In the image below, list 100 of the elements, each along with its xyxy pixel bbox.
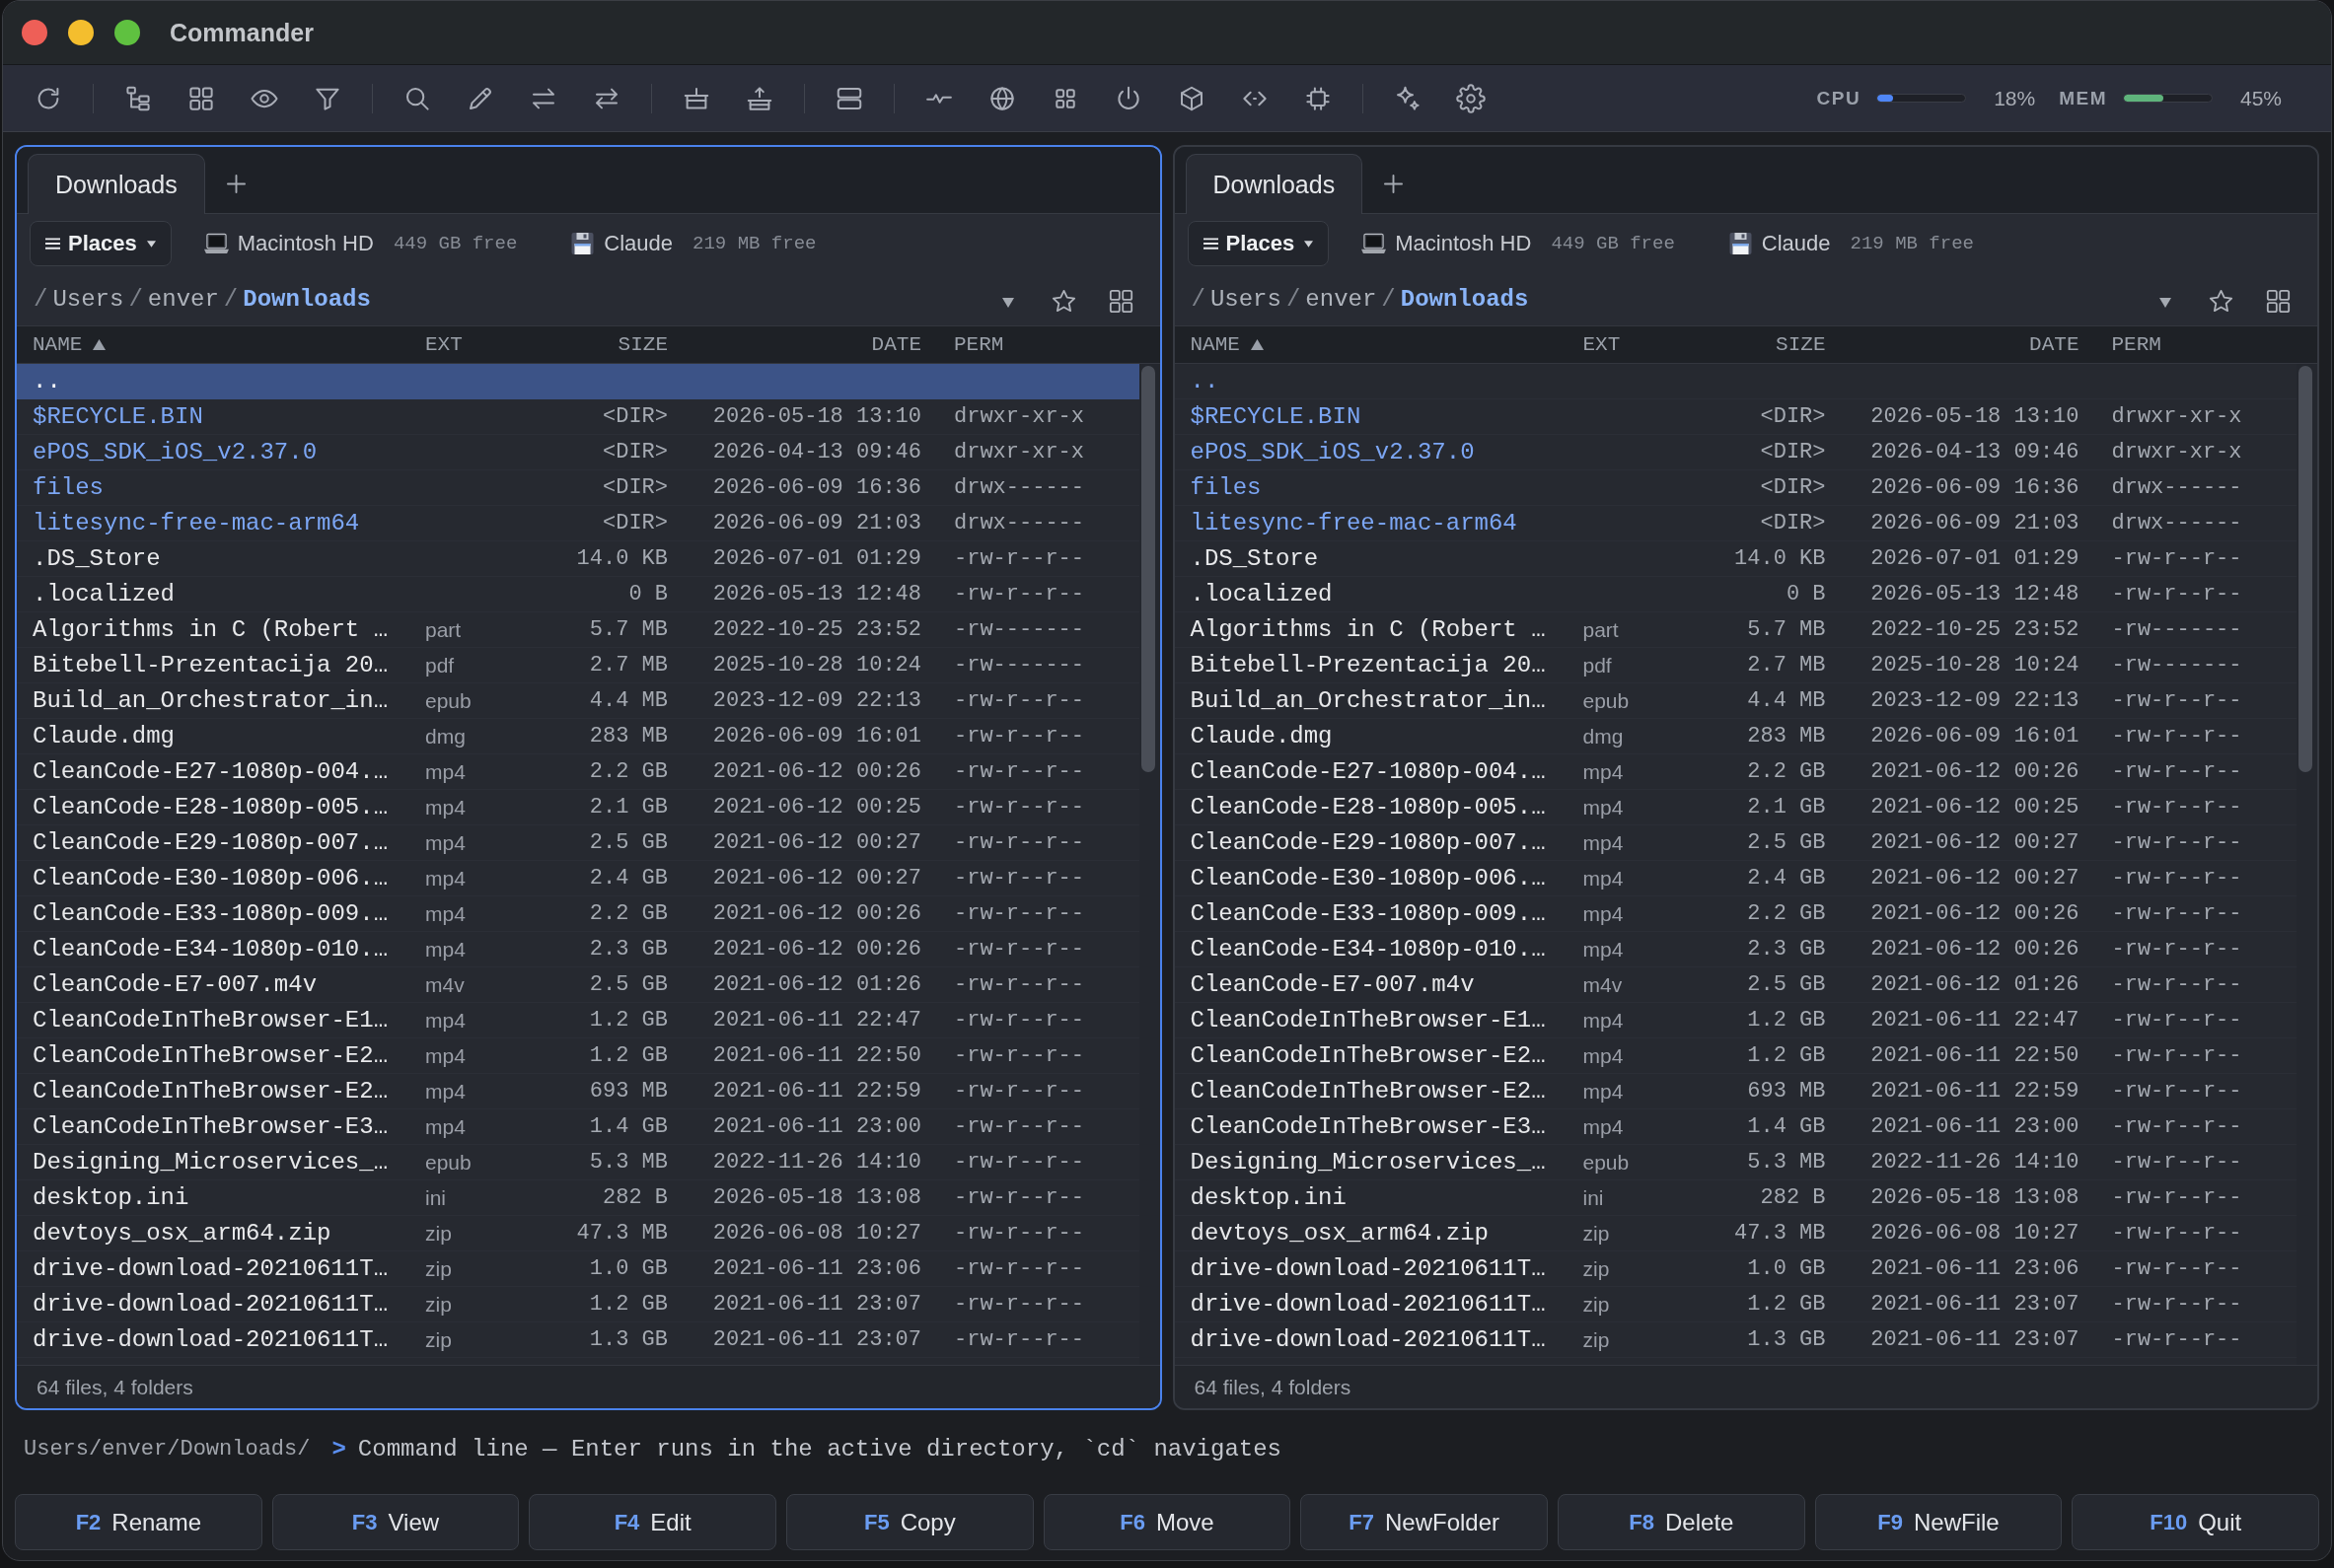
places-button[interactable]: Places — [1187, 221, 1330, 266]
file-row[interactable]: devtoys_osx_arm64.zip zip 47.3 MB 2026-06-08 10:27 -rw-r--r-- — [17, 1216, 1139, 1251]
file-row[interactable]: Build_an_Orchestrator_in… epub 4.4 MB 2023-12-09 22:13 -rw-r--r-- — [17, 683, 1139, 719]
file-row[interactable]: CleanCode-E29-1080p-007.… mp4 2.5 GB 2021-06-12 00:27 -rw-r--r-- — [1174, 825, 2297, 861]
scrollbar-thumb[interactable] — [1140, 366, 1155, 772]
file-row[interactable]: Designing_Microservices_… epub 5.3 MB 2022-11-26 14:10 -rw-r--r-- — [1174, 1145, 2297, 1180]
file-row[interactable]: Bitebell-Prezentacija 20… pdf 2.7 MB 2025-10-28 10:24 -rw------- — [17, 648, 1139, 683]
file-row[interactable]: CleanCode-E27-1080p-004.… mp4 2.2 GB 2021-06-12 00:26 -rw-r--r-- — [1174, 754, 2297, 790]
file-row[interactable]: CleanCode-E30-1080p-006.… mp4 2.4 GB 2021-06-12 00:27 -rw-r--r-- — [1174, 861, 2297, 896]
file-row[interactable]: CleanCode-E7-007.m4v m4v 2.5 GB 2021-06-12 01:26 -rw-r--r-- — [1174, 967, 2297, 1003]
file-row[interactable]: drive-download-20210611T… zip 1.2 GB 2021-06-11 23:07 -rw-r--r-- — [1174, 1287, 2297, 1322]
file-row[interactable]: CleanCode-E34-1080p-010.… mp4 2.3 GB 2021-06-12 00:26 -rw-r--r-- — [1174, 932, 2297, 967]
file-row[interactable]: Designing_Microservices_… epub 5.3 MB 2022-11-26 14:10 -rw-r--r-- — [17, 1145, 1139, 1180]
file-row[interactable]: files <DIR> 2026-06-09 16:36 drwx------ — [1174, 470, 2297, 506]
function-key-button[interactable]: F4 Edit — [529, 1494, 776, 1550]
file-row[interactable]: desktop.ini ini 282 B 2026-05-18 13:08 -rw-r--r-- — [17, 1180, 1139, 1216]
path-segment[interactable]: Users — [1209, 286, 1281, 313]
file-row[interactable]: files <DIR> 2026-06-09 16:36 drwx------ — [17, 470, 1139, 506]
file-row[interactable]: CleanCode-E28-1080p-005.… mp4 2.1 GB 2021-06-12 00:25 -rw-r--r-- — [1174, 790, 2297, 825]
file-row[interactable]: .localized 0 B 2026-05-13 12:48 -rw-r--r-- — [1174, 577, 2297, 612]
places-button[interactable]: Places — [30, 221, 172, 266]
column-header[interactable]: PERM — [921, 333, 1160, 356]
column-header[interactable]: DATE — [1825, 333, 2079, 356]
function-key-button[interactable]: F3 View — [271, 1494, 520, 1550]
minimize-button[interactable] — [68, 20, 94, 45]
column-header[interactable]: DATE — [668, 333, 921, 356]
file-row[interactable]: CleanCode-E33-1080p-009.… mp4 2.2 GB 2021-06-12 00:26 -rw-r--r-- — [17, 896, 1139, 932]
file-row[interactable]: CleanCodeInTheBrowser-E3… mp4 1.4 GB 2021-06-11 23:00 -rw-r--r-- — [1174, 1109, 2297, 1145]
file-row[interactable]: Claude.dmg dmg 283 MB 2026-06-09 16:01 -rw-r--r-- — [17, 719, 1139, 754]
file-row[interactable]: CleanCodeInTheBrowser-E1… mp4 1.2 GB 2021-06-11 22:47 -rw-r--r-- — [1174, 1003, 2297, 1038]
grid-icon[interactable] — [2265, 288, 2292, 315]
file-row[interactable]: .localized 0 B 2026-05-13 12:48 -rw-r--r-- — [17, 577, 1139, 612]
dropdown-caret-icon[interactable] — [1001, 297, 1014, 308]
file-row[interactable]: .. — [17, 364, 1139, 399]
function-key-button[interactable]: F6 Move — [1043, 1494, 1291, 1550]
file-row[interactable]: CleanCodeInTheBrowser-E1… mp4 1.2 GB 2021-06-11 22:47 -rw-r--r-- — [17, 1003, 1139, 1038]
file-row[interactable]: CleanCode-E7-007.m4v m4v 2.5 GB 2021-06-12 01:26 -rw-r--r-- — [17, 967, 1139, 1003]
path-segment[interactable]: Downloads — [243, 286, 371, 313]
column-header[interactable]: EXT — [425, 333, 559, 356]
function-key-button[interactable]: F10 Quit — [2072, 1494, 2320, 1550]
file-row[interactable]: ePOS_SDK_iOS_v2.37.0 <DIR> 2026-04-13 09:46 drwxr-xr-x — [1174, 435, 2297, 470]
file-row[interactable]: litesync-free-mac-arm64 <DIR> 2026-06-09 21:03 drwx------ — [1174, 506, 2297, 541]
file-row[interactable]: drive-download-20210611T… zip 1.2 GB 2021-06-11 23:07 -rw-r--r-- — [17, 1287, 1139, 1322]
function-key-button[interactable]: F2 Rename — [15, 1494, 262, 1550]
file-row[interactable]: CleanCode-E33-1080p-009.… mp4 2.2 GB 2021-06-12 00:26 -rw-r--r-- — [1174, 896, 2297, 932]
file-row[interactable]: Algorithms in C (Robert … part 5.7 MB 2022-10-25 23:52 -rw------- — [1174, 612, 2297, 648]
column-header[interactable]: SIZE — [1716, 333, 1826, 356]
scrollbar-thumb[interactable] — [2298, 366, 2312, 772]
file-row[interactable]: drive-download-20210611T… zip 1.3 GB 2021-06-11 23:07 -rw-r--r-- — [1174, 1322, 2297, 1358]
function-key-button[interactable]: F5 Copy — [786, 1494, 1034, 1550]
close-button[interactable] — [22, 20, 47, 45]
column-header[interactable]: EXT — [1582, 333, 1717, 356]
file-row[interactable]: CleanCode-E30-1080p-006.… mp4 2.4 GB 2021-06-12 00:27 -rw-r--r-- — [17, 861, 1139, 896]
file-row[interactable]: .DS_Store 14.0 KB 2026-07-01 01:29 -rw-r--r-- — [1174, 541, 2297, 577]
file-row[interactable]: Build_an_Orchestrator_in… epub 4.4 MB 2023-12-09 22:13 -rw-r--r-- — [1174, 683, 2297, 719]
function-key-button[interactable]: F8 Delete — [1558, 1494, 1805, 1550]
dropdown-caret-icon[interactable] — [2159, 297, 2171, 308]
star-icon[interactable] — [1050, 288, 1077, 315]
column-header[interactable]: NAME — [33, 333, 425, 356]
column-header[interactable]: SIZE — [559, 333, 668, 356]
file-row[interactable]: drive-download-20210611T… zip 1.3 GB 2021-06-11 23:07 -rw-r--r-- — [17, 1322, 1139, 1358]
file-row[interactable]: $RECYCLE.BIN <DIR> 2026-05-18 13:10 drwxr-xr-x — [17, 399, 1139, 435]
path-segment[interactable]: enver — [147, 286, 219, 313]
command-input[interactable]: Command line — Enter runs in the active directory, `cd` navigates — [357, 1429, 2311, 1468]
file-row[interactable]: litesync-free-mac-arm64 <DIR> 2026-06-09 21:03 drwx------ — [17, 506, 1139, 541]
file-row[interactable]: CleanCode-E28-1080p-005.… mp4 2.1 GB 2021-06-12 00:25 -rw-r--r-- — [17, 790, 1139, 825]
tab[interactable]: Downloads — [1185, 154, 1363, 214]
file-row[interactable]: drive-download-20210611T… zip 1.0 GB 2021-06-11 23:06 -rw-r--r-- — [17, 1251, 1139, 1287]
path-segment[interactable]: Users — [52, 286, 124, 313]
file-row[interactable]: CleanCodeInTheBrowser-E2… mp4 693 MB 2021-06-11 22:59 -rw-r--r-- — [1174, 1074, 2297, 1109]
column-header[interactable]: NAME — [1190, 333, 1583, 356]
settings-icon[interactable] — [1456, 83, 1486, 113]
file-row[interactable]: CleanCode-E34-1080p-010.… mp4 2.3 GB 2021-06-12 00:26 -rw-r--r-- — [17, 932, 1139, 967]
path-segment[interactable]: Downloads — [1400, 286, 1529, 313]
file-row[interactable]: Bitebell-Prezentacija 20… pdf 2.7 MB 2025-10-28 10:24 -rw------- — [1174, 648, 2297, 683]
file-row[interactable]: ePOS_SDK_iOS_v2.37.0 <DIR> 2026-04-13 09:46 drwxr-xr-x — [17, 435, 1139, 470]
file-row[interactable]: Claude.dmg dmg 283 MB 2026-06-09 16:01 -rw-r--r-- — [1174, 719, 2297, 754]
file-row[interactable]: CleanCode-E27-1080p-004.… mp4 2.2 GB 2021-06-12 00:26 -rw-r--r-- — [17, 754, 1139, 790]
drive-button[interactable]: Claude 219 MB free — [1727, 231, 1974, 256]
file-row[interactable]: drive-download-20210611T… zip 1.0 GB 2021-06-11 23:06 -rw-r--r-- — [1174, 1251, 2297, 1287]
file-row[interactable]: $RECYCLE.BIN <DIR> 2026-05-18 13:10 drwxr-xr-x — [1174, 399, 2297, 435]
function-key-button[interactable]: F9 NewFile — [1814, 1494, 2063, 1550]
drive-button[interactable]: Claude 219 MB free — [570, 231, 817, 256]
grid-icon[interactable] — [1107, 288, 1134, 315]
file-row[interactable]: Algorithms in C (Robert … part 5.7 MB 2022-10-25 23:52 -rw------- — [17, 612, 1139, 648]
file-row[interactable]: CleanCodeInTheBrowser-E3… mp4 1.4 GB 2021-06-11 23:00 -rw-r--r-- — [17, 1109, 1139, 1145]
plus-icon[interactable] — [226, 175, 246, 193]
tab[interactable]: Downloads — [28, 154, 205, 214]
file-row[interactable]: .. — [1174, 364, 2297, 399]
plus-icon[interactable] — [1384, 175, 1404, 193]
file-row[interactable]: CleanCodeInTheBrowser-E2… mp4 1.2 GB 2021-06-11 22:50 -rw-r--r-- — [1174, 1038, 2297, 1074]
function-key-button[interactable]: F7 NewFolder — [1300, 1494, 1549, 1550]
drive-button[interactable]: Macintosh HD 449 GB free — [203, 231, 518, 256]
column-header[interactable]: PERM — [2079, 333, 2317, 356]
zoom-button[interactable] — [114, 20, 140, 45]
file-row[interactable]: CleanCodeInTheBrowser-E2… mp4 1.2 GB 2021-06-11 22:50 -rw-r--r-- — [17, 1038, 1139, 1074]
file-row[interactable]: CleanCodeInTheBrowser-E2… mp4 693 MB 2021-06-11 22:59 -rw-r--r-- — [17, 1074, 1139, 1109]
file-row[interactable]: CleanCode-E29-1080p-007.… mp4 2.5 GB 2021-06-12 00:27 -rw-r--r-- — [17, 825, 1139, 861]
star-icon[interactable] — [2208, 288, 2234, 315]
drive-button[interactable]: Macintosh HD 449 GB free — [1361, 231, 1675, 256]
